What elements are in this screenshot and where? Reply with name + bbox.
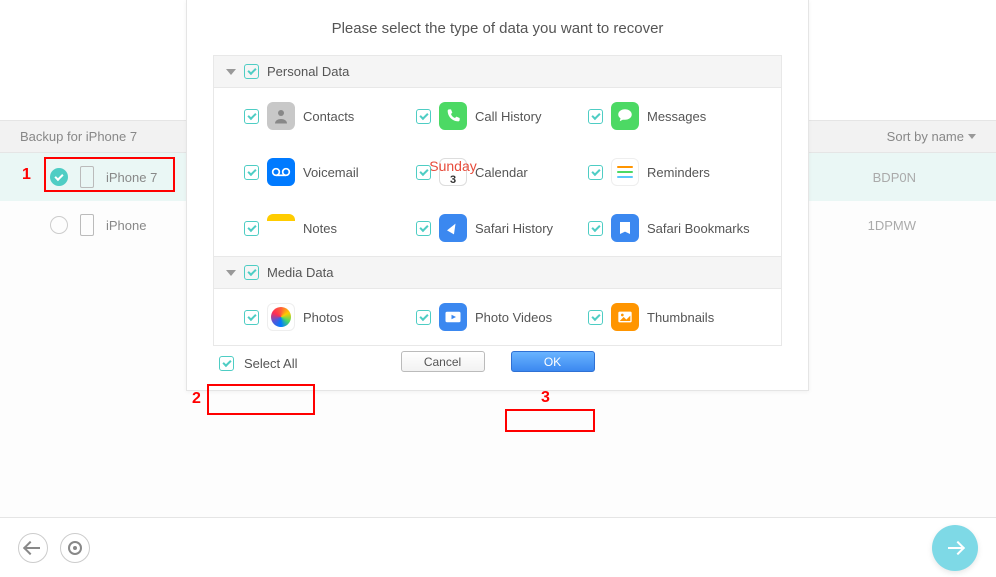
footer: [0, 517, 996, 577]
checkbox-safari-bookmarks[interactable]: [588, 221, 603, 236]
checkbox-photos[interactable]: [244, 310, 259, 325]
annotation-number-3: 3: [541, 389, 550, 407]
section-checkbox-media[interactable]: [244, 265, 259, 280]
checkbox-messages[interactable]: [588, 109, 603, 124]
data-item-photo-videos[interactable]: Photo Videos: [416, 303, 588, 331]
chevron-down-icon: [968, 134, 976, 139]
sort-dropdown[interactable]: Sort by name: [887, 129, 976, 144]
arrow-right-icon: [948, 547, 962, 549]
reminders-icon: [611, 158, 639, 186]
ok-button[interactable]: OK: [511, 351, 595, 372]
settings-button[interactable]: [60, 533, 90, 563]
back-button[interactable]: [18, 533, 48, 563]
data-item-calendar[interactable]: Sunday3 Calendar: [416, 158, 588, 186]
select-data-modal: Please select the type of data you want …: [186, 0, 809, 391]
checkbox-photo-videos[interactable]: [416, 310, 431, 325]
item-label: Messages: [647, 109, 706, 124]
item-label: Calendar: [475, 165, 528, 180]
select-all-label: Select All: [244, 356, 297, 371]
item-label: Thumbnails: [647, 310, 714, 325]
item-label: Call History: [475, 109, 541, 124]
voicemail-icon: [267, 158, 295, 186]
checkbox-notes[interactable]: [244, 221, 259, 236]
device-name: iPhone 7: [106, 170, 157, 185]
device-serial: 1DPMW: [868, 218, 916, 233]
data-item-reminders[interactable]: Reminders: [588, 158, 760, 186]
caret-down-icon: [226, 270, 236, 276]
checkbox-thumbnails[interactable]: [588, 310, 603, 325]
data-item-photos[interactable]: Photos: [244, 303, 416, 331]
photo-videos-icon: [439, 303, 467, 331]
checkbox-safari-history[interactable]: [416, 221, 431, 236]
item-label: Photo Videos: [475, 310, 552, 325]
checkbox-contacts[interactable]: [244, 109, 259, 124]
notes-icon: [267, 214, 295, 242]
phone-icon: [80, 166, 94, 188]
data-item-call-history[interactable]: Call History: [416, 102, 588, 130]
item-label: Voicemail: [303, 165, 359, 180]
checkbox-calendar[interactable]: [416, 165, 431, 180]
item-label: Safari Bookmarks: [647, 221, 750, 236]
checkbox-voicemail[interactable]: [244, 165, 259, 180]
phone-icon: [80, 214, 94, 236]
calendar-icon: Sunday3: [439, 158, 467, 186]
section-label: Media Data: [267, 265, 333, 280]
toolbar-title: Backup for iPhone 7: [20, 129, 137, 144]
data-item-contacts[interactable]: Contacts: [244, 102, 416, 130]
item-label: Safari History: [475, 221, 553, 236]
checkbox-reminders[interactable]: [588, 165, 603, 180]
modal-title: Please select the type of data you want …: [187, 0, 808, 55]
bookmarks-icon: [611, 214, 639, 242]
item-label: Notes: [303, 221, 337, 236]
section-label: Personal Data: [267, 64, 349, 79]
cancel-button[interactable]: Cancel: [401, 351, 485, 372]
data-item-notes[interactable]: Notes: [244, 214, 416, 242]
item-label: Photos: [303, 310, 343, 325]
thumbnails-icon: [611, 303, 639, 331]
photos-icon: [267, 303, 295, 331]
device-selected-icon: [50, 168, 68, 186]
item-label: Contacts: [303, 109, 354, 124]
device-name: iPhone: [106, 218, 146, 233]
next-button[interactable]: [932, 525, 978, 571]
arrow-left-icon: [26, 547, 40, 549]
data-item-safari-history[interactable]: Safari History: [416, 214, 588, 242]
data-item-safari-bookmarks[interactable]: Safari Bookmarks: [588, 214, 760, 242]
device-unselected-icon: [50, 216, 68, 234]
messages-icon: [611, 102, 639, 130]
annotation-number-1: 1: [22, 166, 31, 184]
checkbox-call-history[interactable]: [416, 109, 431, 124]
annotation-box-3: [505, 409, 595, 432]
section-checkbox-personal[interactable]: [244, 64, 259, 79]
safari-icon: [439, 214, 467, 242]
item-label: Reminders: [647, 165, 710, 180]
device-serial: BDP0N: [873, 170, 916, 185]
call-icon: [439, 102, 467, 130]
data-item-messages[interactable]: Messages: [588, 102, 760, 130]
section-header-personal[interactable]: Personal Data: [214, 56, 781, 88]
gear-icon: [68, 541, 82, 555]
select-all-checkbox[interactable]: [219, 356, 234, 371]
annotation-number-2: 2: [192, 390, 201, 408]
data-item-thumbnails[interactable]: Thumbnails: [588, 303, 760, 331]
contacts-icon: [267, 102, 295, 130]
sort-label: Sort by name: [887, 129, 964, 144]
section-header-media[interactable]: Media Data: [214, 256, 781, 289]
data-item-voicemail[interactable]: Voicemail: [244, 158, 416, 186]
caret-down-icon: [226, 69, 236, 75]
